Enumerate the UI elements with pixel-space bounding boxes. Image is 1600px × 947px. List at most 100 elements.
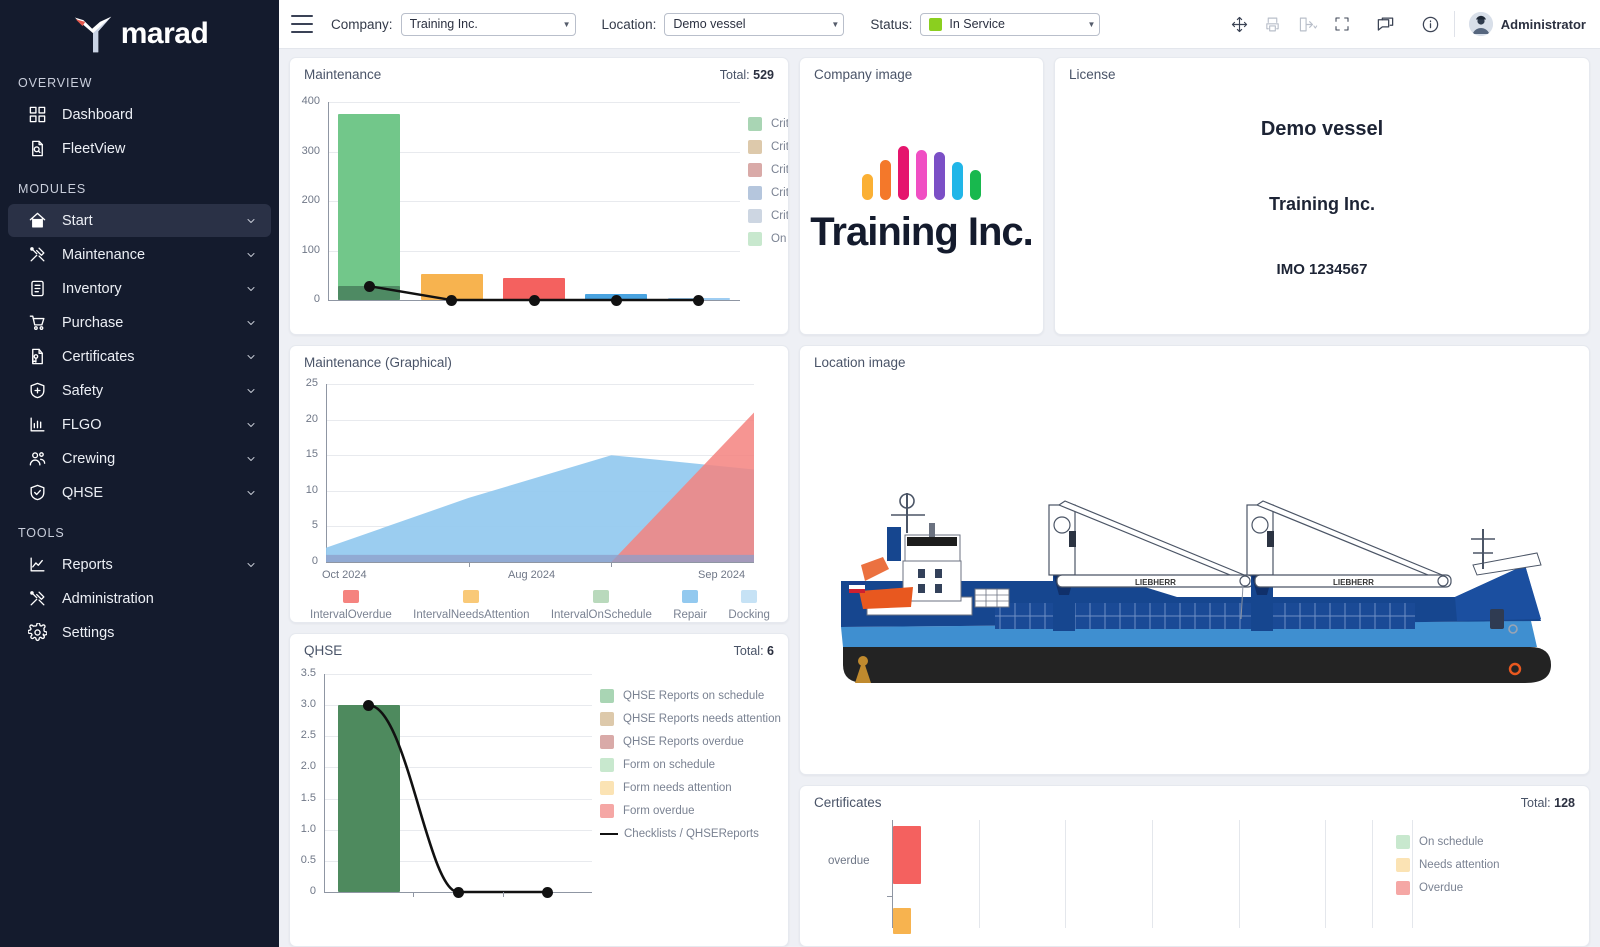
area-docking[interactable] xyxy=(326,554,754,562)
legend-item[interactable]: IntervalOverdue xyxy=(310,590,392,621)
maintenance-graphical-chart[interactable]: 25 20 15 10 5 0 Oct 2024 Aug 2024 Sep 2024 Interv… xyxy=(290,372,788,621)
legend-item[interactable]: IntervalNeedsAttention xyxy=(413,590,530,621)
legend-label: Critical repair xyxy=(771,186,789,199)
data-point[interactable] xyxy=(693,294,705,306)
sidebar-section-tools: TOOLS xyxy=(18,526,65,540)
sidebar-item-label: Start xyxy=(62,212,93,229)
sidebar-item-maintenance[interactable]: Maintenance xyxy=(8,238,271,271)
sidebar-item-start[interactable]: Start xyxy=(8,204,271,237)
company-image-card: Company image Training Inc. xyxy=(799,57,1044,335)
data-point[interactable] xyxy=(528,294,540,306)
location-image-card: Location image LIEBHERR LIEBHERR xyxy=(799,345,1590,775)
certificates-chart[interactable]: overdue On schedule Needs attention Overdue xyxy=(800,812,1589,934)
chevron-down-icon[interactable] xyxy=(245,487,257,499)
certificates-total-value: 128 xyxy=(1554,796,1575,810)
legend-item[interactable]: QHSE Reports needs attention xyxy=(600,707,785,730)
company-select[interactable]: Training Inc. ▼ xyxy=(400,12,576,36)
chevron-down-icon[interactable] xyxy=(245,215,257,227)
legend-item[interactable]: Checklists / QHSEReports xyxy=(600,822,785,845)
legend-item[interactable]: Critical repair xyxy=(748,181,789,204)
sidebar-item-inventory[interactable]: Inventory xyxy=(8,272,271,305)
sidebar-item-dashboard[interactable]: Dashboard xyxy=(8,98,271,131)
legend-item[interactable]: IntervalOnSchedule xyxy=(551,590,652,621)
legend-item[interactable]: Overdue xyxy=(1396,876,1546,899)
legend-item[interactable]: Form needs attention xyxy=(600,776,785,799)
qhse-chart[interactable]: 3.5 3.0 2.5 2.0 1.5 1.0 0.5 0 QHSE Reports on sc… xyxy=(290,660,788,926)
sidebar-item-administration[interactable]: Administration xyxy=(8,582,271,615)
sidebar-item-settings[interactable]: Settings xyxy=(8,616,271,649)
legend-item[interactable]: QHSE Reports overdue xyxy=(600,730,785,753)
legend-item[interactable]: Repair xyxy=(673,590,707,621)
top-row: Company image Training Inc. License Demo… xyxy=(799,57,1590,335)
company-image-card-title: Company image xyxy=(814,67,913,82)
gridline xyxy=(978,820,980,928)
menu-toggle-icon[interactable] xyxy=(291,15,313,33)
data-point[interactable] xyxy=(541,886,553,898)
bar-chart-icon xyxy=(26,414,48,436)
license-card: License Demo vessel Training Inc. IMO 12… xyxy=(1054,57,1590,335)
legend-item[interactable]: Critical dock xyxy=(748,204,788,227)
legend-item[interactable]: Critical needs attention xyxy=(748,135,789,158)
sidebar: marad OVERVIEW Dashboard FleetView MODULES S… xyxy=(0,0,279,947)
sidebar-nav: OVERVIEW Dashboard FleetView MODULES Start Ma… xyxy=(0,60,279,650)
info-icon[interactable] xyxy=(1421,15,1440,34)
chevron-down-icon[interactable] xyxy=(245,453,257,465)
print-icon[interactable] xyxy=(1264,16,1281,33)
data-point[interactable] xyxy=(363,280,375,292)
sidebar-item-qhse[interactable]: QHSE xyxy=(8,476,271,509)
sidebar-item-label: FleetView xyxy=(62,140,126,157)
chevron-down-icon[interactable] xyxy=(245,419,257,431)
legend-color-swatch xyxy=(741,590,758,603)
chat-icon[interactable] xyxy=(1376,15,1395,34)
legend-item[interactable]: Form on schedule xyxy=(600,753,785,776)
avatar[interactable] xyxy=(1468,12,1493,36)
sidebar-item-crewing[interactable]: Crewing xyxy=(8,442,271,475)
legend-item[interactable]: Critical on schedule xyxy=(748,112,788,135)
data-point[interactable] xyxy=(363,699,375,711)
status-select[interactable]: In Service ▼ xyxy=(920,12,1101,36)
logo-bar xyxy=(898,146,909,200)
fullscreen-icon[interactable] xyxy=(1334,16,1350,32)
company-select-value: Training Inc. xyxy=(409,17,478,31)
status-label: Status: xyxy=(870,16,913,32)
location-select[interactable]: Demo vessel ▼ xyxy=(664,12,845,36)
category-label-overdue: overdue xyxy=(828,855,870,867)
legend-label: QHSE Reports overdue xyxy=(623,735,744,748)
chevron-down-icon[interactable] xyxy=(245,283,257,295)
data-point[interactable] xyxy=(610,294,622,306)
legend-label: Critical needs attention xyxy=(771,140,789,153)
legend-item[interactable]: On schedule xyxy=(1396,830,1546,853)
vessel-image: LIEBHERR LIEBHERR xyxy=(800,372,1589,774)
sidebar-item-safety[interactable]: Safety xyxy=(8,374,271,407)
move-icon[interactable] xyxy=(1231,16,1248,33)
legend-item[interactable]: Docking xyxy=(728,590,770,621)
left-column: Maintenance Total: 529 400 300 200 100 0 Crit… xyxy=(289,57,789,947)
export-icon[interactable] xyxy=(1297,16,1318,33)
chevron-down-icon[interactable] xyxy=(245,249,257,261)
logo-bar xyxy=(952,162,963,200)
legend-label: Form on schedule xyxy=(623,758,716,771)
users-icon xyxy=(26,448,48,470)
legend-item[interactable]: Form overdue xyxy=(600,799,785,822)
chevron-down-icon[interactable] xyxy=(245,559,257,571)
legend-item[interactable]: Needs attention xyxy=(1396,853,1546,876)
bar-needs-attention[interactable] xyxy=(893,908,911,934)
sidebar-item-flgo[interactable]: FLGO xyxy=(8,408,271,441)
chevron-down-icon[interactable] xyxy=(245,317,257,329)
data-point[interactable] xyxy=(452,886,464,898)
sidebar-item-label: QHSE xyxy=(62,484,104,501)
legend-item[interactable]: QHSE Reports on schedule xyxy=(600,684,785,707)
legend-item[interactable]: On schedule xyxy=(748,227,788,250)
bar-overdue[interactable] xyxy=(893,826,921,884)
maintenance-chart[interactable]: 4003002001000Critical on scheduleCritica… xyxy=(290,84,788,329)
sidebar-item-purchase[interactable]: Purchase xyxy=(8,306,271,339)
data-point[interactable] xyxy=(446,294,458,306)
chevron-down-icon[interactable] xyxy=(245,351,257,363)
legend-item[interactable]: Critical overdue xyxy=(748,158,788,181)
sidebar-item-reports[interactable]: Reports xyxy=(8,548,271,581)
sidebar-item-certificates[interactable]: Certificates xyxy=(8,340,271,373)
sidebar-item-fleetview[interactable]: FleetView xyxy=(8,132,271,165)
user-name: Administrator xyxy=(1500,16,1586,32)
chevron-down-icon[interactable] xyxy=(245,385,257,397)
company-logo: Training Inc. xyxy=(800,84,1043,309)
